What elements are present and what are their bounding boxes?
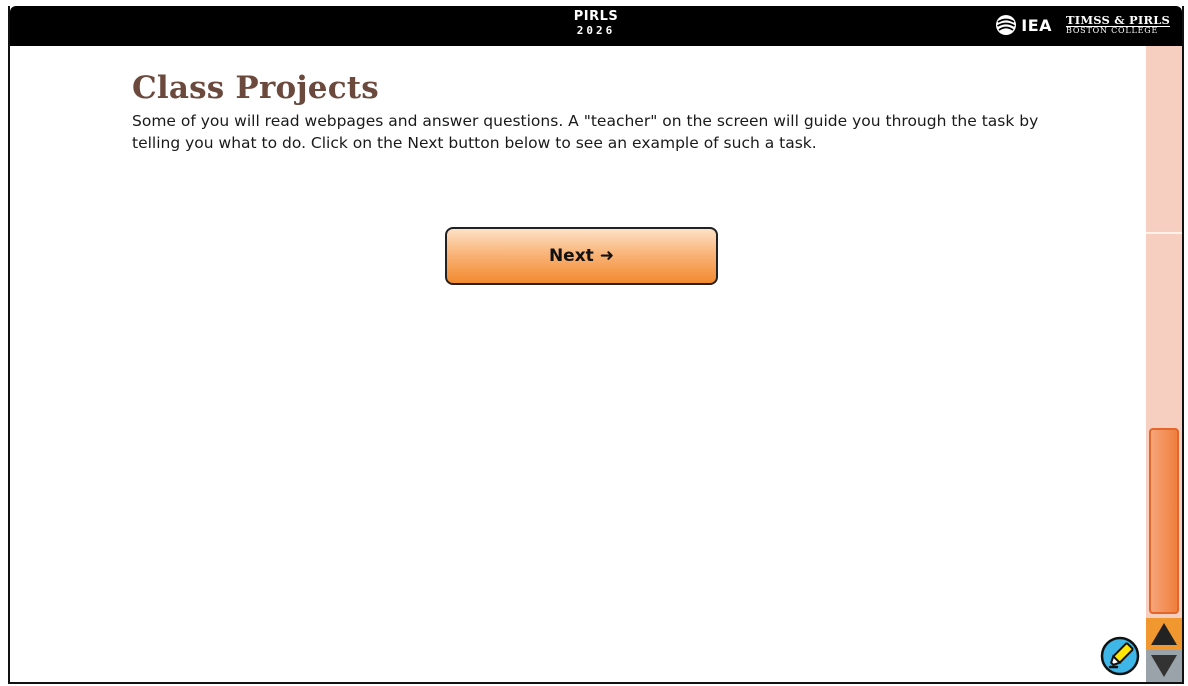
scroll-thumb[interactable]: [1149, 428, 1179, 614]
org-subname: BOSTON COLLEGE: [1066, 26, 1159, 36]
vertical-scrollbar[interactable]: [1146, 46, 1182, 682]
arrow-down-icon: [1151, 655, 1177, 677]
pirls-logo: PIRLS 2026: [574, 10, 619, 36]
main-content: Class Projects Some of you will read web…: [132, 70, 1052, 154]
globe-icon: [996, 15, 1017, 35]
app-window: PIRLS 2026 IEA TIMSS & PIRLS BOSTON COLL…: [8, 6, 1184, 684]
instructions-text: Some of you will read webpages and answe…: [132, 112, 1039, 152]
org-logos: IEA TIMSS & PIRLS BOSTON COLLEGE: [995, 14, 1170, 36]
org-name: TIMSS & PIRLS: [1066, 12, 1170, 27]
next-button[interactable]: Next ➜: [445, 227, 718, 285]
arrow-right-icon: ➜: [599, 246, 615, 266]
next-button-label: Next: [548, 246, 594, 266]
iea-logo-text: IEA: [1021, 15, 1052, 35]
scroll-up-button[interactable]: [1146, 618, 1182, 650]
top-bar: PIRLS 2026 IEA TIMSS & PIRLS BOSTON COLL…: [10, 6, 1182, 46]
page-title: Class Projects: [132, 70, 379, 106]
scroll-track-divider: [1146, 232, 1182, 234]
timss-pirls-logo: TIMSS & PIRLS BOSTON COLLEGE: [1066, 12, 1170, 36]
scroll-down-button[interactable]: [1146, 650, 1182, 682]
arrow-up-icon: [1151, 623, 1177, 645]
highlighter-pen-icon[interactable]: [1100, 636, 1140, 676]
brand-name: PIRLS: [573, 9, 619, 24]
brand-year: 2026: [576, 24, 616, 37]
